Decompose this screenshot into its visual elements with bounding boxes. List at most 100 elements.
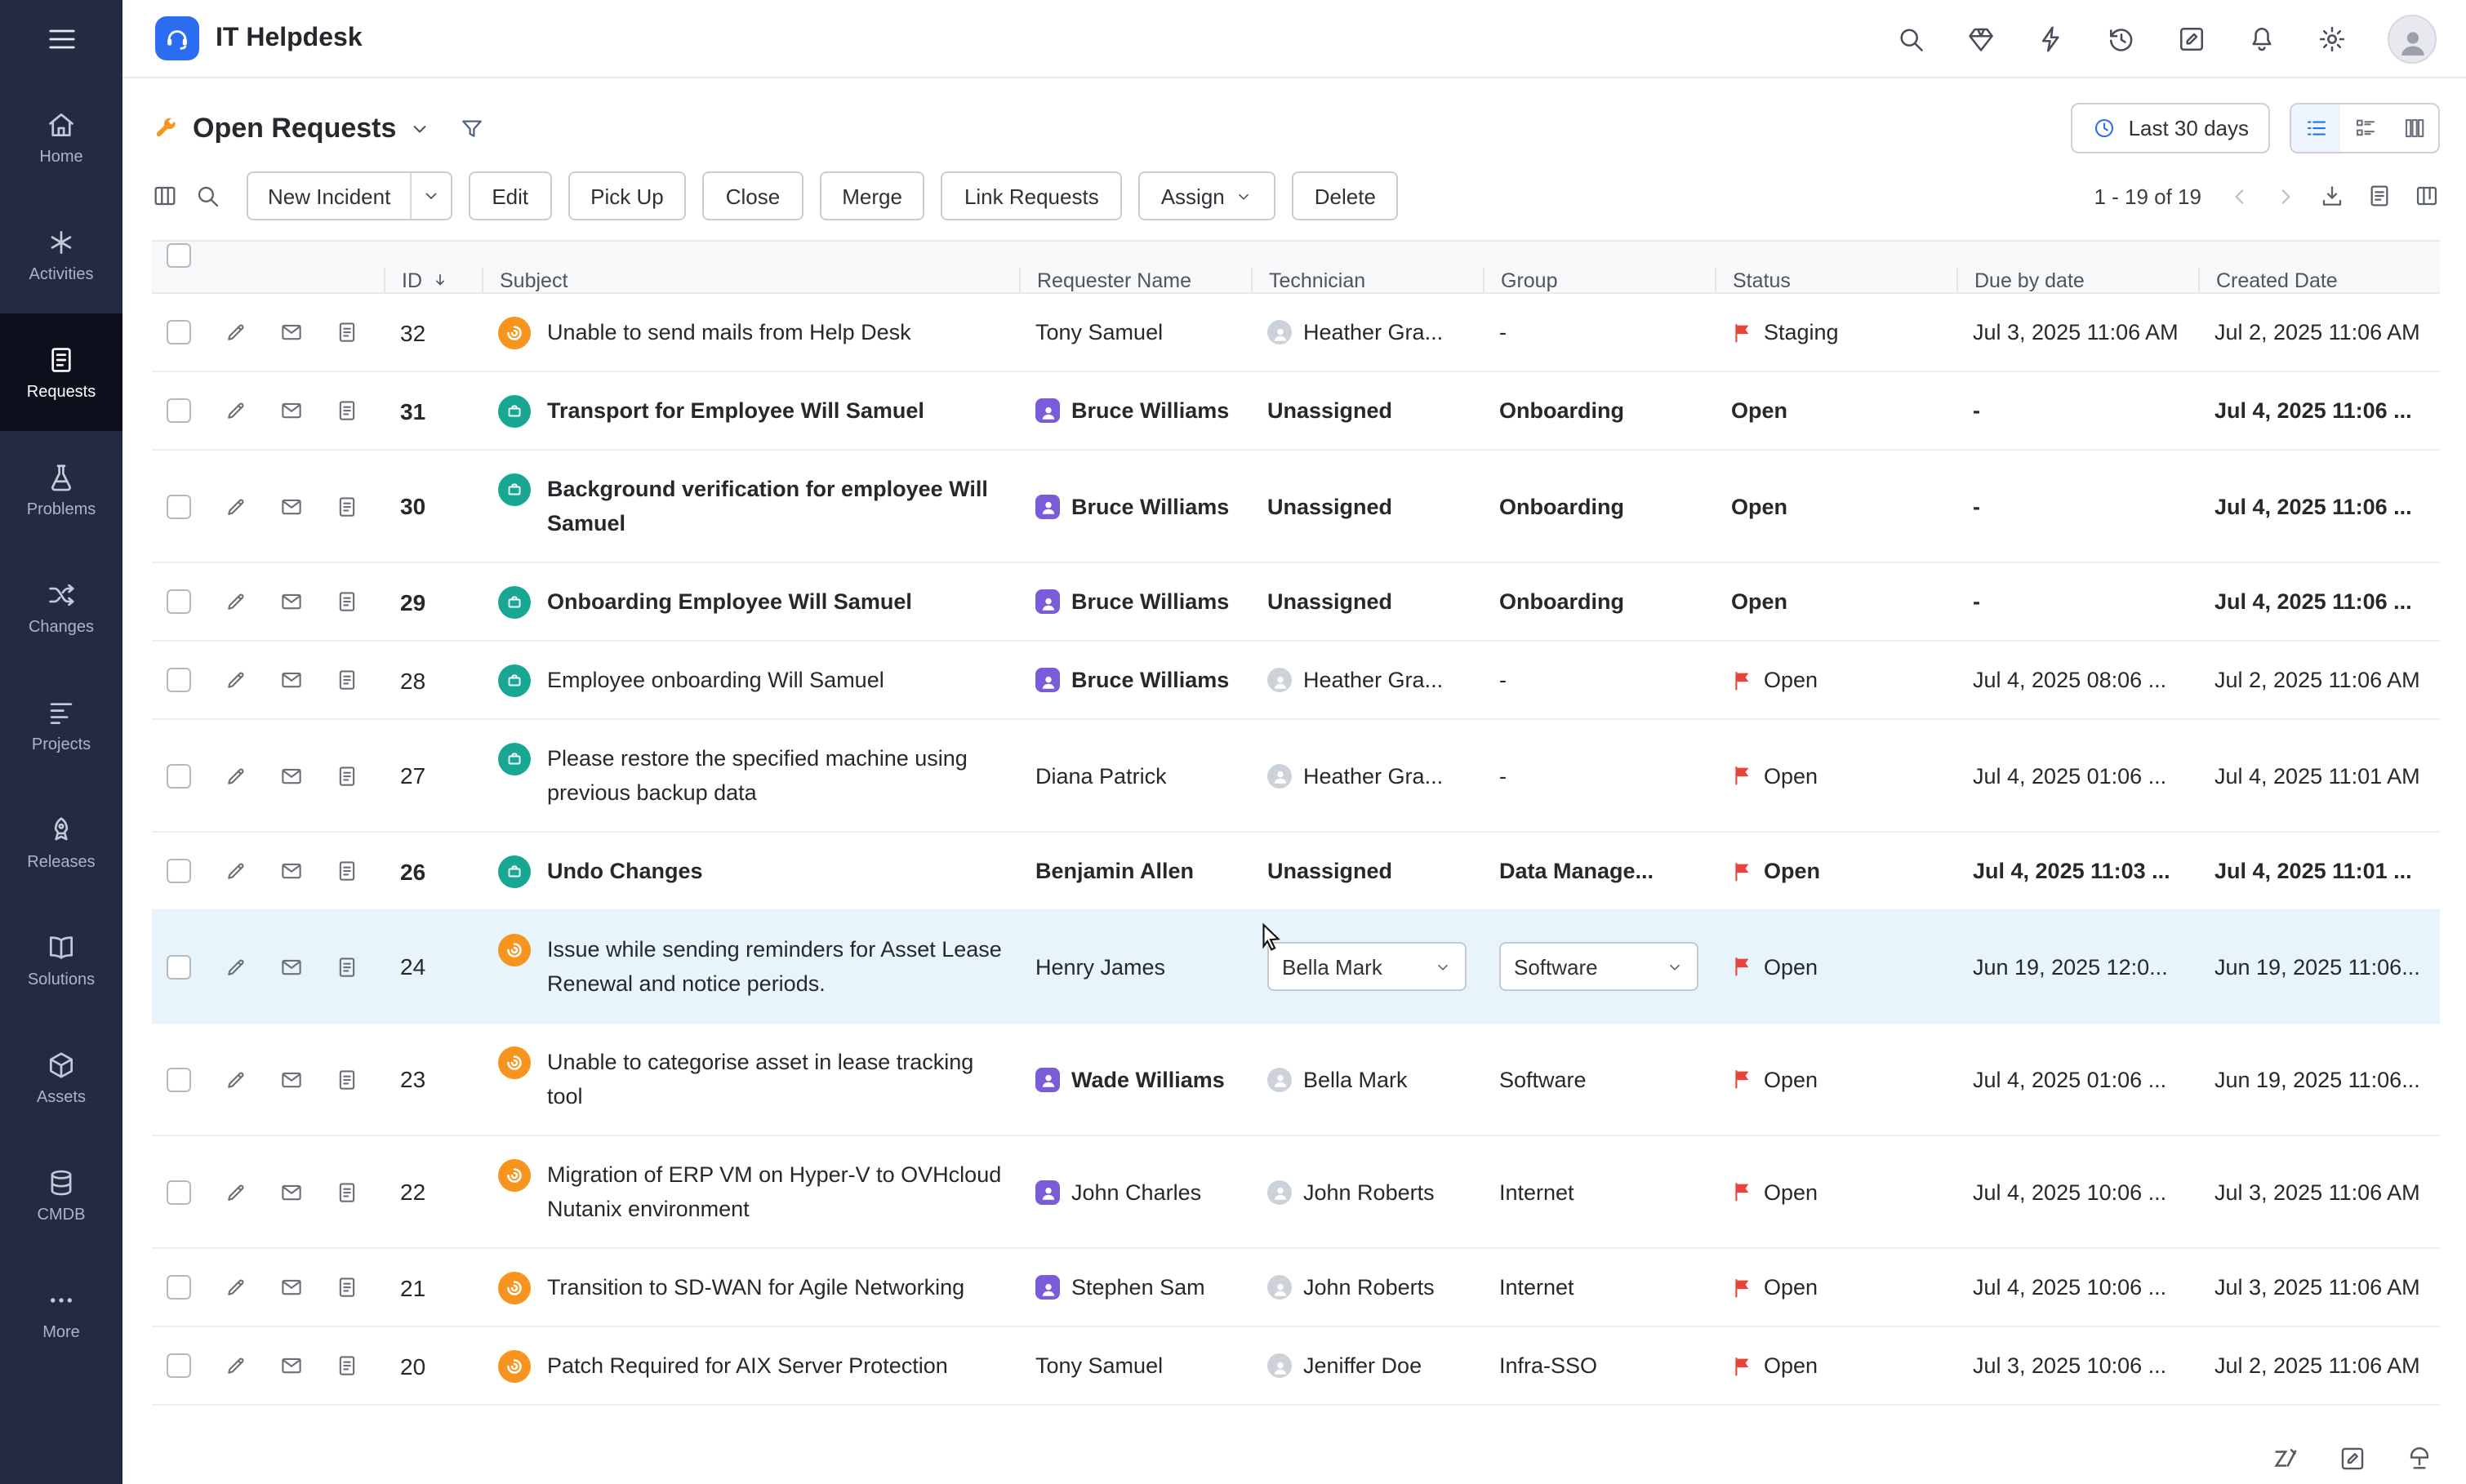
sidebar-item-requests[interactable]: Requests [0, 313, 122, 431]
mail-icon[interactable] [279, 320, 304, 344]
pick-up-button[interactable]: Pick Up [568, 171, 687, 220]
filter-icon[interactable] [458, 115, 484, 141]
group-select[interactable]: Software [1499, 942, 1698, 991]
sidebar-item-projects[interactable]: Projects [0, 666, 122, 784]
edit-button[interactable]: Edit [469, 171, 551, 220]
row-checkbox[interactable] [167, 1067, 191, 1091]
row-checkbox[interactable] [167, 1275, 191, 1300]
view-dropdown-chevron-icon[interactable] [407, 117, 430, 140]
detail-view-toggle[interactable] [2340, 104, 2389, 152]
notes-icon[interactable] [335, 494, 359, 518]
row-checkbox[interactable] [167, 668, 191, 692]
date-range-button[interactable]: Last 30 days [2072, 103, 2270, 153]
edit-icon[interactable] [224, 954, 248, 979]
row-checkbox[interactable] [167, 859, 191, 883]
column-header-subject[interactable]: Subject [482, 268, 1019, 292]
table-row[interactable]: 30 Background verification for employee … [152, 451, 2440, 563]
edit-icon[interactable] [224, 1067, 248, 1091]
delete-button[interactable]: Delete [1292, 171, 1399, 220]
column-header-due[interactable]: Due by date [1956, 268, 2198, 292]
table-row[interactable]: 28 Employee onboarding Will Samuel Bruce… [152, 642, 2440, 720]
request-subject[interactable]: Background verification for employee Wil… [547, 472, 1003, 540]
request-subject[interactable]: Transport for Employee Will Samuel [547, 393, 924, 428]
sidebar-item-solutions[interactable]: Solutions [0, 901, 122, 1019]
edit-icon[interactable] [224, 668, 248, 692]
row-checkbox[interactable] [167, 589, 191, 614]
request-subject[interactable]: Onboarding Employee Will Samuel [547, 584, 912, 619]
edit-icon[interactable] [224, 763, 248, 788]
notifications-icon[interactable] [2247, 24, 2277, 53]
sidebar-item-problems[interactable]: Problems [0, 431, 122, 549]
mail-icon[interactable] [279, 763, 304, 788]
sidebar-item-releases[interactable]: Releases [0, 784, 122, 901]
mail-icon[interactable] [279, 859, 304, 883]
table-row[interactable]: 20 Patch Required for AIX Server Protect… [152, 1327, 2440, 1406]
row-checkbox[interactable] [167, 1353, 191, 1378]
request-subject[interactable]: Please restore the specified machine usi… [547, 741, 1003, 810]
report-icon[interactable] [2366, 183, 2393, 209]
sidebar-item-home[interactable]: Home [0, 78, 122, 196]
table-row[interactable]: 26 Undo Changes Benjamin Allen Unassigne… [152, 833, 2440, 911]
column-header-requester[interactable]: Requester Name [1019, 268, 1251, 292]
mail-icon[interactable] [279, 494, 304, 518]
edit-icon[interactable] [224, 1275, 248, 1300]
request-subject[interactable]: Migration of ERP VM on Hyper-V to OVHclo… [547, 1157, 1003, 1226]
notes-icon[interactable] [335, 398, 359, 423]
notes-icon[interactable] [335, 1180, 359, 1204]
menu-icon[interactable] [0, 0, 122, 78]
zap-icon[interactable] [2036, 24, 2066, 53]
sidebar-item-cmdb[interactable]: CMDB [0, 1136, 122, 1254]
lamp-icon[interactable] [2406, 1445, 2433, 1473]
list-view-toggle[interactable] [2291, 104, 2340, 152]
column-header-technician[interactable]: Technician [1251, 268, 1483, 292]
table-row[interactable]: 29 Onboarding Employee Will Samuel Bruce… [152, 563, 2440, 642]
notes-icon[interactable] [335, 589, 359, 614]
mail-icon[interactable] [279, 1180, 304, 1204]
request-subject[interactable]: Unable to categorise asset in lease trac… [547, 1045, 1003, 1113]
column-header-id[interactable]: ID [384, 268, 482, 292]
customize-columns-icon[interactable] [152, 183, 178, 209]
assign-button[interactable]: Assign [1138, 171, 1275, 220]
board-icon[interactable] [2414, 183, 2440, 209]
technician-select[interactable]: Bella Mark [1267, 942, 1467, 991]
new-incident-dropdown-icon[interactable] [410, 173, 451, 219]
table-row[interactable]: 22 Migration of ERP VM on Hyper-V to OVH… [152, 1136, 2440, 1249]
link-requests-button[interactable]: Link Requests [941, 171, 1122, 220]
request-subject[interactable]: Employee onboarding Will Samuel [547, 663, 884, 697]
request-subject[interactable]: Unable to send mails from Help Desk [547, 315, 911, 349]
user-avatar[interactable] [2388, 14, 2437, 63]
table-row[interactable]: 31 Transport for Employee Will Samuel Br… [152, 372, 2440, 451]
edit-icon[interactable] [224, 589, 248, 614]
table-row[interactable]: 32 Unable to send mails from Help Desk T… [152, 294, 2440, 372]
row-checkbox[interactable] [167, 494, 191, 518]
notes-icon[interactable] [335, 320, 359, 344]
request-subject[interactable]: Undo Changes [547, 854, 703, 888]
table-row[interactable]: 24 Issue while sending reminders for Ass… [152, 911, 2440, 1024]
edit-icon[interactable] [224, 1353, 248, 1378]
edit-icon[interactable] [224, 859, 248, 883]
launch-icon[interactable] [1966, 24, 1996, 53]
edit-icon[interactable] [224, 398, 248, 423]
notes-icon[interactable] [335, 1067, 359, 1091]
request-subject[interactable]: Patch Required for AIX Server Protection [547, 1348, 948, 1383]
mail-icon[interactable] [279, 954, 304, 979]
edit-icon[interactable] [224, 320, 248, 344]
history-icon[interactable] [2107, 24, 2136, 53]
column-header-created[interactable]: Created Date [2198, 268, 2440, 292]
mail-icon[interactable] [279, 1067, 304, 1091]
row-checkbox[interactable] [167, 398, 191, 423]
edit-icon[interactable] [224, 494, 248, 518]
sidebar-item-more[interactable]: More [0, 1254, 122, 1371]
notes-icon[interactable] [335, 763, 359, 788]
search-icon[interactable] [1896, 24, 1925, 53]
merge-button[interactable]: Merge [819, 171, 925, 220]
zia-assistant-icon[interactable] [2272, 1445, 2299, 1473]
mail-icon[interactable] [279, 668, 304, 692]
new-incident-button[interactable]: New Incident [247, 171, 452, 220]
column-header-group[interactable]: Group [1483, 268, 1715, 292]
table-row[interactable]: 27 Please restore the specified machine … [152, 720, 2440, 833]
request-subject[interactable]: Transition to SD-WAN for Agile Networkin… [547, 1270, 964, 1304]
notes-icon[interactable] [335, 954, 359, 979]
row-checkbox[interactable] [167, 320, 191, 344]
row-checkbox[interactable] [167, 954, 191, 979]
